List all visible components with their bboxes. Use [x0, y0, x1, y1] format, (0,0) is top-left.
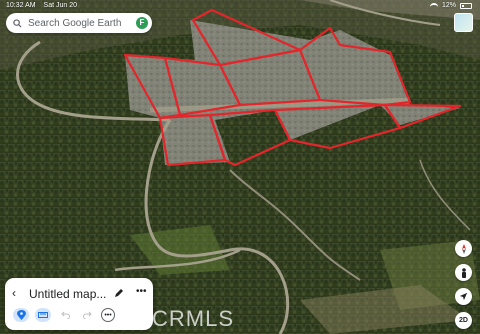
watermark: CRMLS [152, 306, 235, 331]
placemark-pin-icon [16, 310, 26, 320]
redo-icon[interactable] [79, 308, 95, 322]
search-input[interactable] [28, 17, 128, 29]
pegman-icon[interactable] [455, 264, 472, 281]
redo-arrow-icon [82, 311, 92, 319]
add-placemark-icon[interactable] [13, 308, 29, 322]
ruler-icon [38, 312, 48, 318]
search-bar[interactable]: F [6, 13, 152, 33]
view-mode-button[interactable]: 2D [455, 312, 472, 329]
project-panel: ‹ Untitled map... ••• ••• [5, 278, 153, 330]
project-title[interactable]: Untitled map... [29, 287, 106, 301]
globe-icon[interactable] [454, 13, 473, 32]
more-icon[interactable]: ••• [136, 286, 147, 297]
search-icon [13, 18, 22, 28]
drawing-toolbar: ••• [13, 308, 115, 322]
more-tools-icon[interactable]: ••• [101, 308, 115, 322]
undo-icon[interactable] [57, 308, 73, 322]
battery-icon [460, 3, 472, 9]
edit-icon[interactable] [114, 288, 124, 298]
wifi-icon [429, 3, 438, 9]
status-bar: 10:32 AM Sat Jun 20 12% [0, 0, 480, 12]
my-location-icon[interactable] [455, 288, 472, 305]
battery-percent: 12% [441, 2, 456, 9]
account-avatar[interactable]: F [136, 17, 148, 29]
status-date: Sat Jun 20 [43, 2, 77, 9]
navigate-arrow-icon [459, 292, 468, 301]
back-icon[interactable]: ‹ [12, 287, 22, 299]
person-icon [461, 267, 466, 278]
measure-icon[interactable] [35, 308, 51, 322]
undo-arrow-icon [60, 311, 70, 319]
map-view[interactable]: 10:32 AM Sat Jun 20 12% F [0, 0, 480, 334]
compass-icon[interactable] [455, 240, 472, 257]
compass-needle-icon [461, 243, 466, 254]
map-controls: 2D [455, 240, 473, 329]
status-time: 10:32 AM [6, 2, 36, 9]
